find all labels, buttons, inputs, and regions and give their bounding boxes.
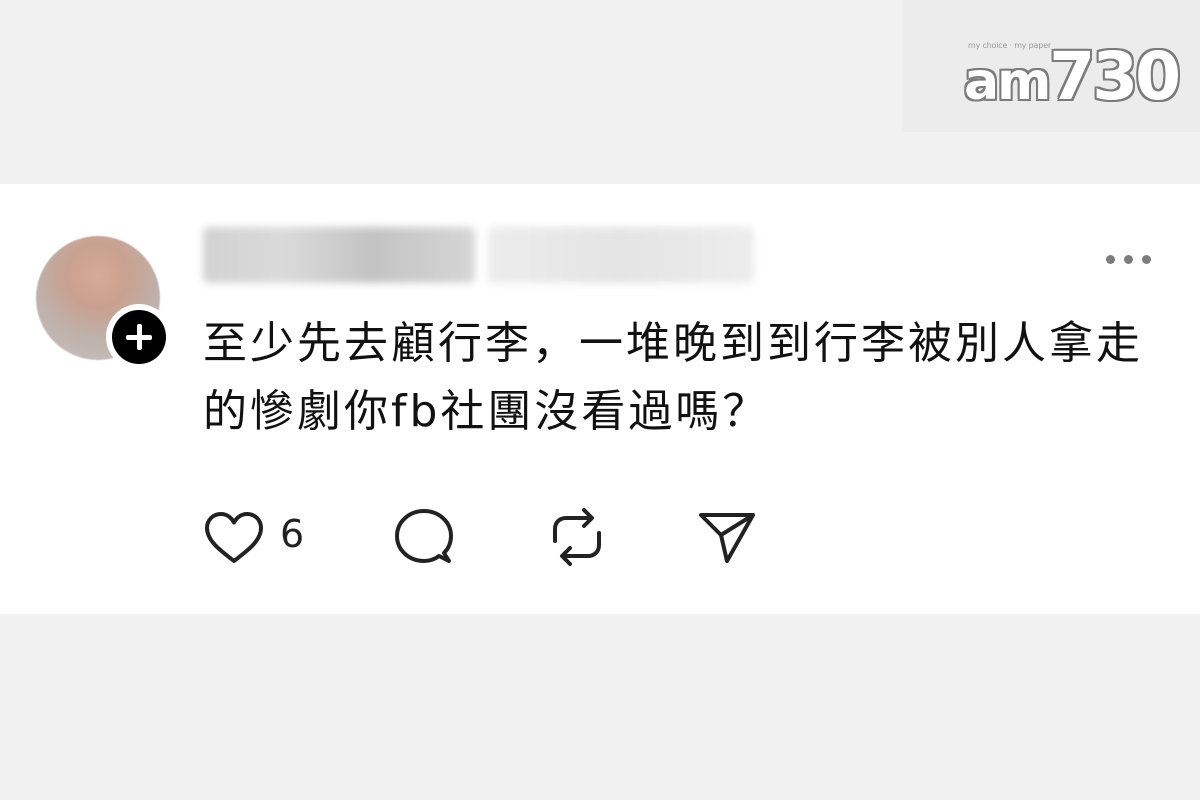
like-button[interactable]: 6	[203, 507, 313, 567]
logo-wordmark-am: am	[964, 52, 1051, 112]
paper-plane-icon	[699, 513, 755, 563]
speech-bubble-icon	[395, 509, 453, 563]
ellipsis-icon-dot	[1124, 255, 1133, 264]
bottom-background	[0, 614, 1200, 800]
follow-button[interactable]	[106, 304, 172, 370]
post-meta-redacted	[488, 227, 754, 283]
username-redacted	[203, 227, 475, 283]
repost-button[interactable]	[547, 507, 607, 567]
logo-wordmark: am730	[964, 44, 1181, 115]
post-text: 至少先去顧行李，一堆晚到到行李被別人拿走的慘劇你fb社團沒看過嗎？	[203, 318, 1143, 437]
share-button[interactable]	[697, 507, 757, 567]
am730-logo: my choice · my paper am730	[964, 36, 1181, 112]
post-card: 至少先去顧行李，一堆晚到到行李被別人拿走的慘劇你fb社團沒看過嗎？ 6	[0, 184, 1200, 614]
ellipsis-icon-dot	[1142, 255, 1151, 264]
like-count: 6	[280, 512, 305, 556]
repost-icon	[553, 508, 601, 566]
plus-icon	[112, 310, 166, 364]
logo-wordmark-text: am730	[964, 38, 1181, 115]
comment-button[interactable]	[394, 507, 454, 567]
heart-icon	[205, 512, 263, 563]
ellipsis-icon-dot	[1106, 255, 1115, 264]
more-options-button[interactable]	[1100, 244, 1156, 274]
